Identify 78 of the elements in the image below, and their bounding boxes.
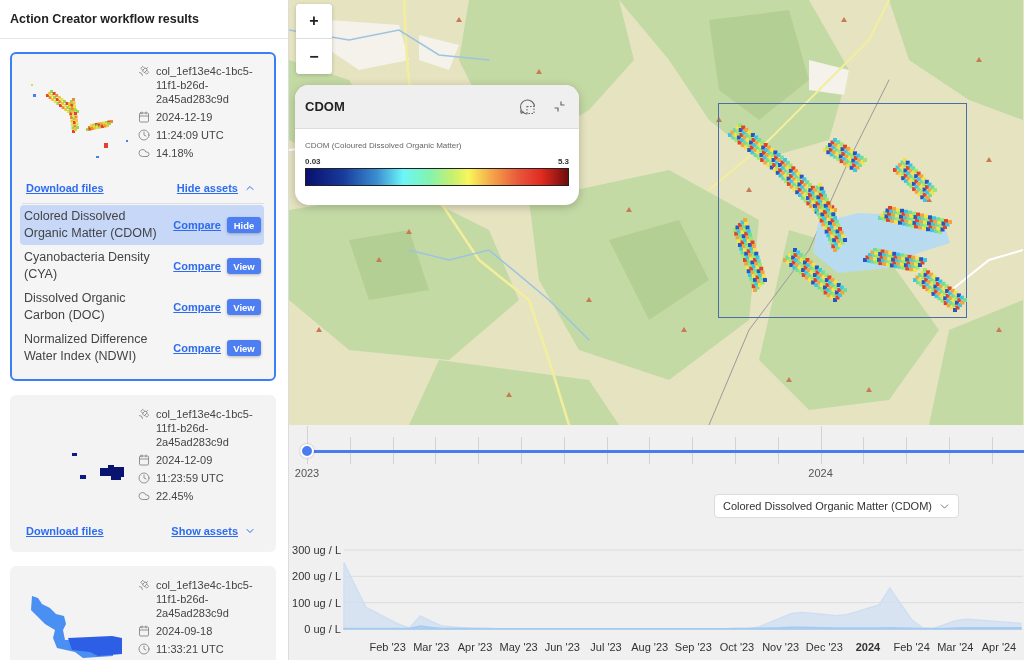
calendar-icon xyxy=(138,111,150,123)
result-card[interactable]: col_1ef13e4c-1bc5-11f1-b26d-2a45ad283c9d 2024-12-09 11:23:59 UTC 22.45% Download files Show assets xyxy=(10,395,276,552)
cloud-icon xyxy=(138,490,150,502)
capture-date: 2024-12-09 xyxy=(156,453,213,467)
year-label: 2023 xyxy=(294,467,320,479)
collection-id: col_1ef13e4c-1bc5-11f1-b26d-2a45ad283c9d xyxy=(156,64,254,106)
x-axis-label: Apr '23 xyxy=(457,641,493,653)
compare-link[interactable]: Compare xyxy=(173,301,221,313)
x-axis-label: Feb '23 xyxy=(369,641,406,653)
asset-toggle-button[interactable]: View xyxy=(227,299,261,315)
x-axis-label: Feb '24 xyxy=(893,641,930,653)
capture-date: 2024-12-19 xyxy=(156,110,213,124)
satellite-icon xyxy=(138,579,150,591)
asset-row[interactable]: Cyanobacteria Density (CYA) Compare View xyxy=(20,246,264,286)
download-link[interactable]: Download files xyxy=(26,525,104,537)
compare-link[interactable]: Compare xyxy=(173,342,221,354)
scale-min-label: 0.03 xyxy=(305,157,321,166)
timeline-thumb[interactable] xyxy=(300,444,314,458)
x-axis-label: Apr '24 xyxy=(981,641,1017,653)
asset-toggle-button[interactable]: View xyxy=(227,340,261,356)
legend-title: CDOM xyxy=(305,99,345,114)
asset-name: Cyanobacteria Density (CYA) xyxy=(24,249,151,283)
asset-name: Colored Dissolved Organic Matter (CDOM) xyxy=(24,208,158,242)
scale-max-label: 5.3 xyxy=(557,157,569,166)
year-label: 2024 xyxy=(808,467,833,479)
thumbnail-drawing xyxy=(71,452,125,482)
clock-icon xyxy=(138,129,150,141)
x-axis-label: Nov '23 xyxy=(762,641,800,653)
legend-description: CDOM (Coloured Dissolved Organic Matter) xyxy=(305,141,463,150)
cloud-icon xyxy=(138,147,150,159)
zoom-in-button[interactable]: + xyxy=(296,4,332,39)
result-card[interactable]: col_1ef13e4c-1bc5-11f1-b26d-2a45ad283c9d 2024-09-18 11:33:21 UTC xyxy=(10,566,276,660)
calendar-icon xyxy=(138,454,150,466)
asset-toggle-button[interactable]: View xyxy=(227,258,261,274)
x-axis-label: Aug '23 xyxy=(631,641,669,653)
cloud-cover: 22.45% xyxy=(156,489,194,503)
satellite-icon xyxy=(138,408,150,420)
metric-dropdown[interactable]: Colored Dissolved Organic Matter (CDOM) xyxy=(713,494,959,518)
assets-toggle-link[interactable]: Show assets xyxy=(171,525,256,537)
asset-name: Dissolved Organic Carbon (DOC) xyxy=(24,290,127,324)
clock-icon xyxy=(138,472,150,484)
x-axis-label: Jul '23 xyxy=(590,641,622,653)
capture-time: 11:23:59 UTC xyxy=(156,471,224,485)
sidebar-title: Action Creator workflow results xyxy=(10,12,199,26)
calendar-icon xyxy=(138,625,150,637)
asset-row[interactable]: Colored Dissolved Organic Matter (CDOM) Compare Hide xyxy=(20,205,264,245)
satellite-icon xyxy=(138,65,150,77)
collection-id: col_1ef13e4c-1bc5-11f1-b26d-2a45ad283c9d xyxy=(156,407,254,449)
y-axis-label: 0 ug / L xyxy=(304,623,341,635)
y-axis-label: 100 ug / L xyxy=(292,596,341,609)
collection-id: col_1ef13e4c-1bc5-11f1-b26d-2a45ad283c9d xyxy=(156,578,254,620)
zoom-out-button[interactable]: − xyxy=(296,39,332,74)
asset-row[interactable]: Normalized Difference Water Index (NDWI) Compare View xyxy=(20,328,264,368)
x-axis-label: Dec '23 xyxy=(805,641,843,653)
compare-link[interactable]: Compare xyxy=(173,219,221,231)
y-axis-label: 200 ug / L xyxy=(292,570,341,583)
x-axis-label: Oct '23 xyxy=(719,641,755,653)
x-axis-label: Mar '23 xyxy=(413,641,450,653)
assets-toggle-link[interactable]: Hide assets xyxy=(176,182,256,194)
capture-time: 11:33:21 UTC xyxy=(156,642,224,656)
y-axis-label: 300 ug / L xyxy=(292,544,341,556)
rotate-icon[interactable] xyxy=(519,98,536,115)
x-axis-label: Jun '23 xyxy=(544,641,580,653)
x-axis-label: 2024 xyxy=(855,641,881,653)
asset-name: Normalized Difference Water Index (NDWI) xyxy=(24,331,149,365)
download-link[interactable]: Download files xyxy=(26,182,104,194)
cloud-cover: 14.18% xyxy=(156,146,194,160)
clock-icon xyxy=(138,643,150,655)
x-axis-label: May '23 xyxy=(499,641,538,653)
x-axis-label: Sep '23 xyxy=(674,641,712,653)
x-axis-label: Mar '24 xyxy=(937,641,974,653)
capture-time: 11:24:09 UTC xyxy=(156,128,224,142)
collapse-icon[interactable] xyxy=(554,101,565,112)
asset-row[interactable]: Dissolved Organic Carbon (DOC) Compare View xyxy=(20,287,264,327)
compare-link[interactable]: Compare xyxy=(173,260,221,272)
result-card[interactable] xyxy=(10,52,276,381)
capture-date: 2024-09-18 xyxy=(156,624,213,638)
asset-toggle-button[interactable]: Hide xyxy=(227,217,261,233)
